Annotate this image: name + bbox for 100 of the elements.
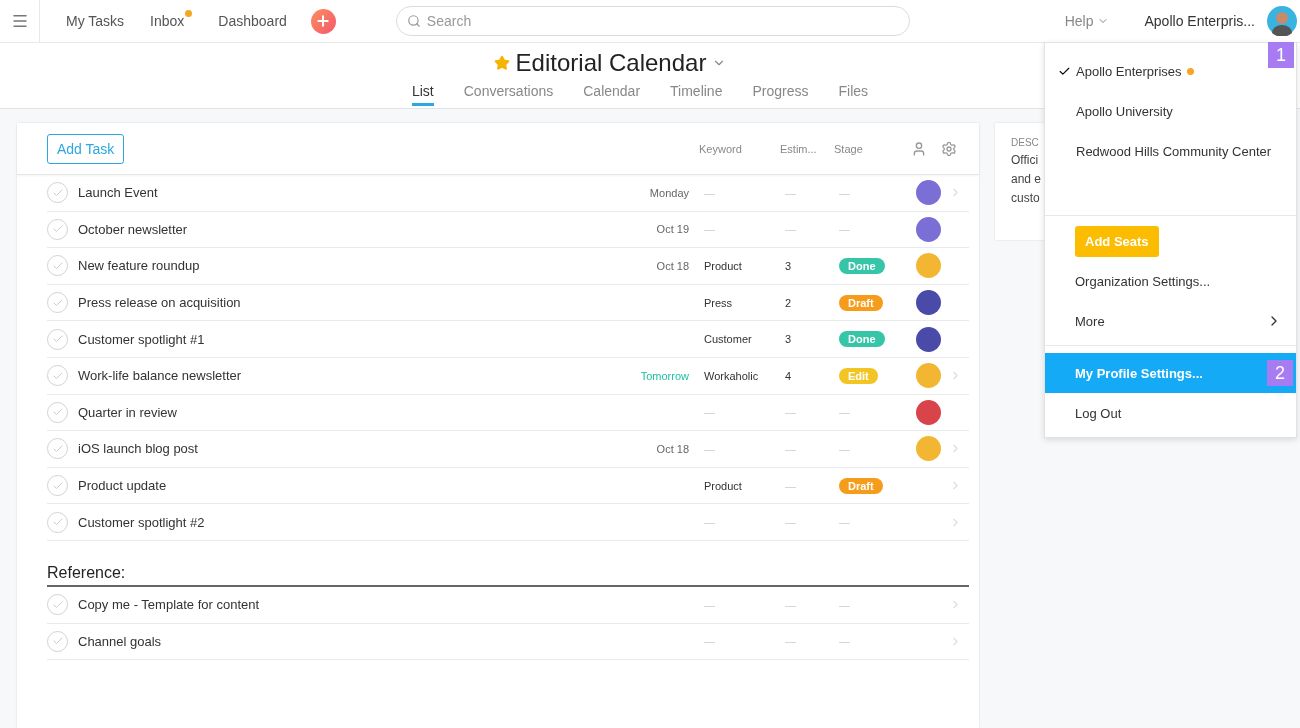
stage-cell: —	[839, 516, 850, 529]
user-avatar[interactable]	[1267, 6, 1297, 36]
stage-tag: Done	[839, 331, 885, 348]
stage-cell: —	[839, 635, 850, 648]
keyword-cell: Product	[704, 479, 742, 492]
task-name[interactable]: Customer spotlight #2	[78, 514, 205, 530]
assignee-avatar[interactable]	[916, 290, 941, 316]
estimate-cell: —	[785, 635, 796, 648]
settings-icon[interactable]	[941, 140, 957, 157]
organization-item[interactable]: Apollo Enterprises	[1076, 63, 1182, 79]
estimate-cell: —	[785, 223, 796, 236]
menu-item[interactable]: Organization Settings...	[1045, 261, 1296, 301]
task-name[interactable]: Quarter in review	[78, 404, 177, 420]
nav-link[interactable]: Dashboard	[218, 13, 287, 29]
estimate-cell: —	[785, 516, 796, 529]
view-tab[interactable]: Conversations	[463, 83, 554, 106]
estimate-cell: 3	[785, 260, 792, 272]
column-header[interactable]: Estim...	[780, 142, 834, 155]
estimate-cell: —	[785, 479, 796, 492]
keyword-cell: Press	[704, 296, 733, 309]
task-checkbox[interactable]	[47, 475, 68, 497]
stage-cell: —	[839, 406, 850, 419]
keyword-cell: —	[704, 516, 715, 529]
organization-item[interactable]: Apollo University	[1076, 103, 1173, 119]
add-button[interactable]	[310, 8, 336, 34]
due-date: Tomorrow	[640, 369, 689, 382]
stage-cell: —	[839, 442, 850, 455]
task-checkbox[interactable]	[47, 438, 68, 460]
step-badge: 2	[1267, 360, 1293, 386]
task-name[interactable]: Press release on acquisition	[78, 295, 241, 311]
stage-cell: —	[839, 186, 850, 199]
stage-tag: Draft	[839, 477, 883, 494]
task-checkbox[interactable]	[47, 292, 68, 314]
due-date: Monday	[649, 186, 689, 199]
section-heading: Reference:	[47, 563, 126, 582]
task-name[interactable]: New feature roundup	[78, 258, 200, 274]
description-text: and e	[1011, 172, 1042, 186]
task-checkbox[interactable]	[47, 630, 68, 652]
keyword-cell: Workaholic	[704, 369, 759, 382]
keyword-cell: Customer	[704, 333, 752, 346]
menu-item[interactable]: Log Out	[1045, 393, 1296, 433]
column-header[interactable]: Keyword	[699, 142, 780, 155]
view-tab[interactable]: Timeline	[670, 83, 723, 106]
keyword-cell: —	[704, 223, 715, 236]
task-name[interactable]: iOS launch blog post	[78, 441, 198, 457]
keyword-cell: —	[704, 635, 715, 648]
task-checkbox[interactable]	[47, 328, 68, 350]
organization-item[interactable]: Redwood Hills Community Center	[1076, 143, 1272, 159]
stage-cell: —	[839, 598, 850, 611]
search-field[interactable]: Search	[395, 6, 910, 36]
menu-item[interactable]: More	[1045, 301, 1296, 341]
assignee-avatar[interactable]	[916, 180, 941, 206]
task-name[interactable]: Launch Event	[78, 185, 158, 201]
keyword-cell: —	[704, 406, 715, 419]
keyword-cell: —	[704, 442, 715, 455]
nav-link[interactable]: Inbox	[150, 13, 185, 29]
estimate-cell: —	[785, 186, 796, 199]
column-header[interactable]: Stage	[834, 142, 911, 155]
project-title: Editorial Calendar	[515, 49, 707, 77]
task-name[interactable]: Work-life balance newsletter	[78, 368, 242, 384]
task-checkbox[interactable]	[47, 255, 68, 277]
stage-tag: Draft	[839, 294, 883, 311]
task-checkbox[interactable]	[47, 182, 68, 204]
task-checkbox[interactable]	[47, 218, 68, 240]
assignee-avatar[interactable]	[916, 216, 941, 242]
organization-name[interactable]: Apollo Enterpris...	[1144, 13, 1255, 29]
task-name[interactable]: Product update	[78, 478, 167, 494]
keyword-cell: Product	[704, 260, 742, 272]
due-date: Oct 19	[656, 223, 689, 236]
estimate-cell: 3	[785, 333, 792, 346]
view-tab[interactable]: Files	[838, 83, 869, 106]
keyword-cell: —	[704, 598, 715, 611]
task-checkbox[interactable]	[47, 511, 68, 533]
description-text: custo	[1011, 191, 1040, 205]
estimate-cell: —	[785, 442, 796, 455]
task-name[interactable]: Channel goals	[78, 633, 162, 649]
task-checkbox[interactable]	[47, 365, 68, 387]
view-tab[interactable]: Progress	[752, 83, 809, 106]
task-name[interactable]: Copy me - Template for content	[78, 597, 260, 613]
step-badge: 1	[1268, 42, 1294, 68]
task-checkbox[interactable]	[47, 401, 68, 423]
assignee-avatar[interactable]	[916, 326, 941, 352]
task-name[interactable]: Customer spotlight #1	[78, 331, 205, 347]
person-icon[interactable]	[911, 140, 927, 157]
check-icon	[51, 260, 64, 272]
view-tab[interactable]: List	[411, 83, 434, 106]
estimate-cell: —	[785, 598, 796, 611]
stage-tag: Done	[839, 258, 885, 274]
due-date: Oct 18	[656, 260, 689, 272]
estimate-cell: 4	[785, 369, 792, 382]
nav-link[interactable]: My Tasks	[66, 13, 125, 29]
view-tab[interactable]: Calendar	[583, 83, 641, 106]
star-icon[interactable]	[493, 55, 510, 71]
help-menu[interactable]: Help	[1058, 12, 1115, 30]
task-checkbox[interactable]	[47, 594, 68, 616]
stage-tag: Edit	[839, 367, 878, 384]
estimate-cell: —	[785, 406, 796, 419]
task-name[interactable]: October newsletter	[78, 221, 188, 237]
estimate-cell: 2	[785, 296, 792, 309]
assignee-avatar[interactable]	[916, 399, 941, 425]
